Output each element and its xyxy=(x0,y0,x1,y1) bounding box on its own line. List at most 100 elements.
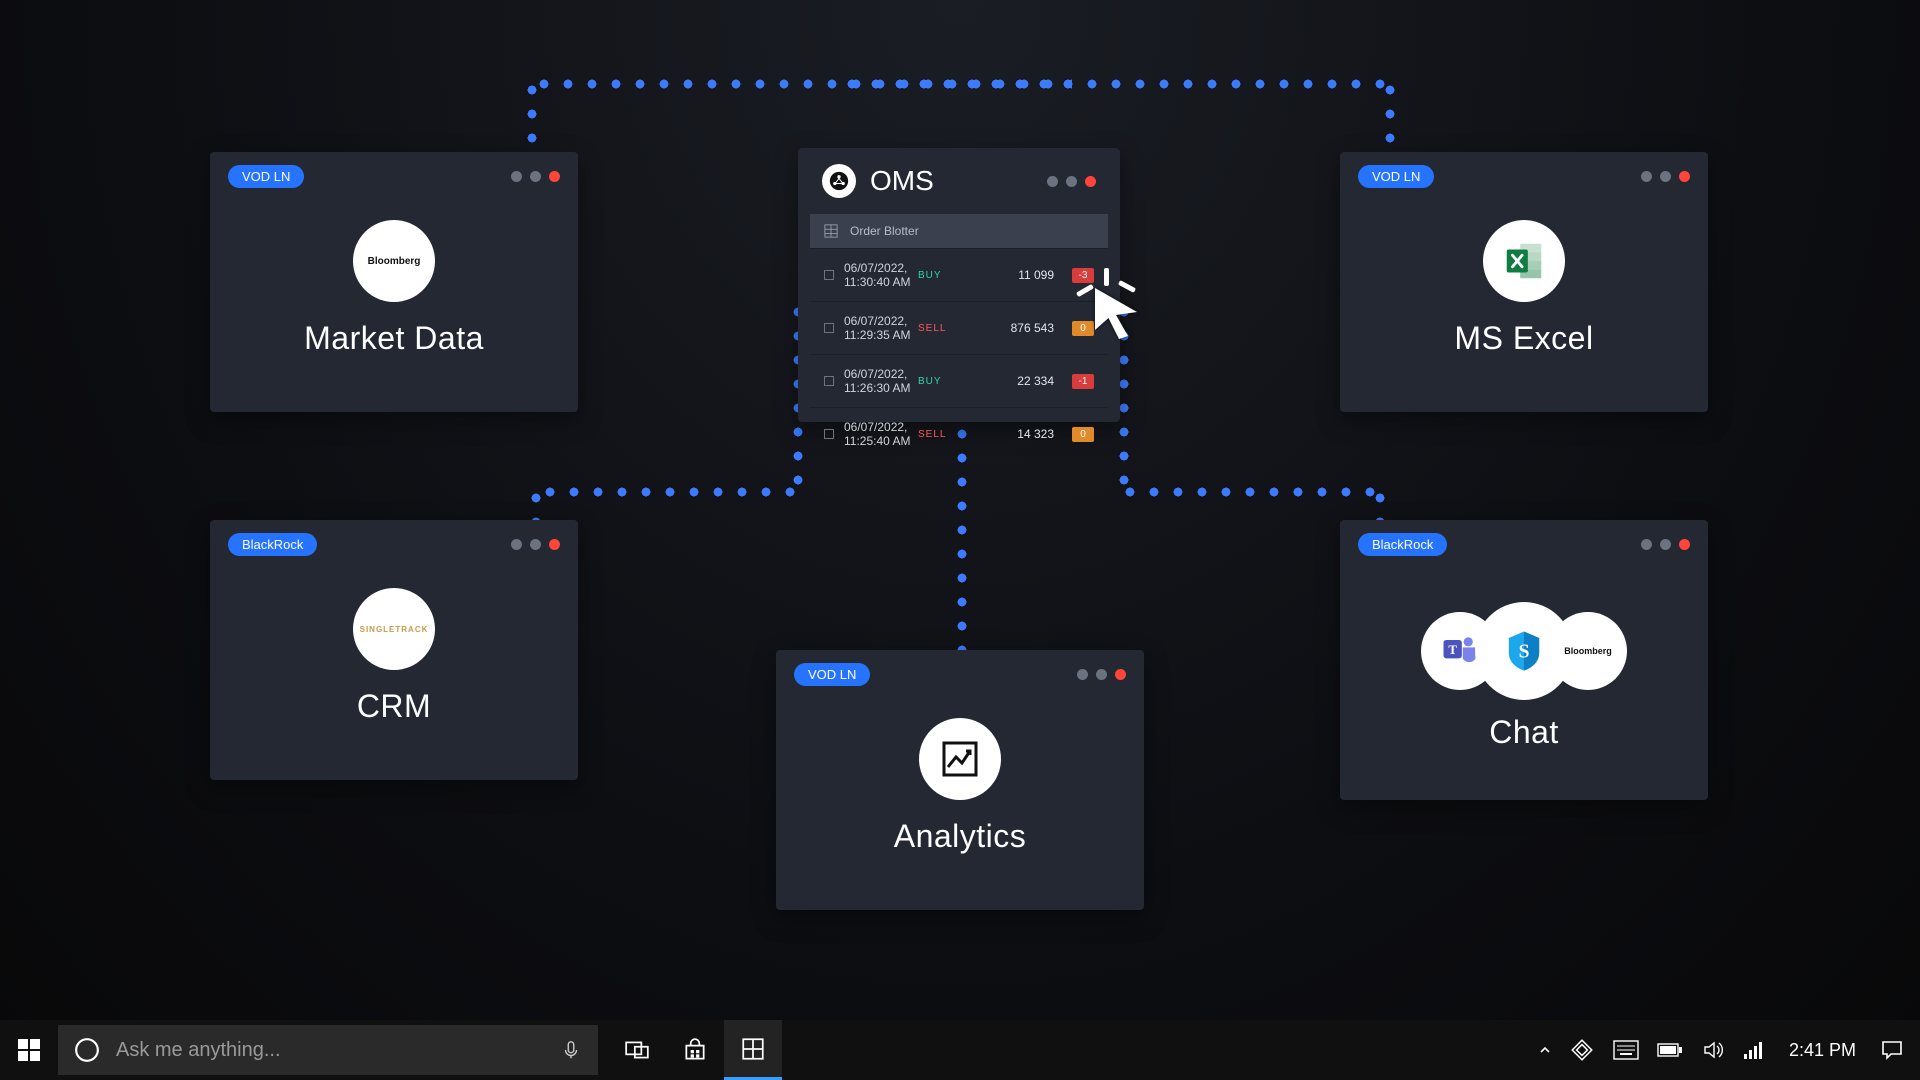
row-checkbox[interactable] xyxy=(824,323,834,333)
connector-dots xyxy=(840,78,1394,90)
row-quantity: 876 543 xyxy=(974,321,1054,335)
excel-icon xyxy=(1483,220,1565,302)
window-traffic-lights[interactable] xyxy=(511,171,560,182)
panel-body: Analytics xyxy=(776,698,1144,895)
blotter-header: Order Blotter xyxy=(810,214,1108,248)
blotter-row[interactable]: 06/07/2022, 11:25:40 AMSELL14 3230 xyxy=(810,407,1108,460)
taskbar: 2:41 PM xyxy=(0,1020,1920,1080)
tray-expand-icon[interactable] xyxy=(1539,1044,1551,1056)
panel-title: CRM xyxy=(357,688,431,725)
context-badge: VOD LN xyxy=(228,165,304,188)
blotter-row[interactable]: 06/07/2022, 11:30:40 AMBUY11 099-3 xyxy=(810,248,1108,301)
row-quantity: 22 334 xyxy=(974,374,1054,388)
panel-header: OMS xyxy=(798,148,1120,214)
store-icon xyxy=(682,1037,708,1063)
row-timestamp: 06/07/2022, 11:26:30 AM xyxy=(844,367,918,395)
task-view-button[interactable] xyxy=(608,1020,666,1080)
battery-icon[interactable] xyxy=(1657,1042,1683,1058)
oms-network-icon xyxy=(822,164,856,198)
clock[interactable]: 2:41 PM xyxy=(1783,1040,1862,1061)
panel-title: Chat xyxy=(1489,714,1559,751)
panel-body: SINGLETRACK CRM xyxy=(210,568,578,765)
panel-chat[interactable]: BlackRock T S Bloomberg Chat xyxy=(1340,520,1708,800)
connector-dots xyxy=(526,78,538,158)
connector-dots xyxy=(1118,486,1382,498)
store-button[interactable] xyxy=(666,1020,724,1080)
row-side: BUY xyxy=(918,376,974,387)
row-side: SELL xyxy=(918,323,974,334)
chat-icons-cluster: T S Bloomberg xyxy=(1433,596,1615,706)
panel-header: BlackRock xyxy=(1340,520,1708,568)
panel-oms[interactable]: OMS Order Blotter 06/07/2022, 11:30:40 A… xyxy=(798,148,1120,422)
blotter-row[interactable]: 06/07/2022, 11:29:35 AMSELL876 5430 xyxy=(810,301,1108,354)
panel-title: MS Excel xyxy=(1454,320,1593,357)
row-delta-badge: -1 xyxy=(1054,373,1094,389)
singletrack-icon: SINGLETRACK xyxy=(353,588,435,670)
window-traffic-lights[interactable] xyxy=(511,539,560,550)
blotter-title: Order Blotter xyxy=(850,224,919,238)
panel-header: BlackRock xyxy=(210,520,578,568)
row-delta-badge: -3 xyxy=(1054,267,1094,283)
panel-title: Market Data xyxy=(304,320,484,357)
row-side: BUY xyxy=(918,270,974,281)
panel-body: MS Excel xyxy=(1340,200,1708,397)
row-timestamp: 06/07/2022, 11:30:40 AM xyxy=(844,261,918,289)
panel-header: VOD LN xyxy=(210,152,578,200)
window-traffic-lights[interactable] xyxy=(1641,539,1690,550)
windows-logo-icon xyxy=(18,1039,40,1061)
context-badge: VOD LN xyxy=(794,663,870,686)
start-button[interactable] xyxy=(0,1020,58,1080)
row-checkbox[interactable] xyxy=(824,429,834,439)
row-checkbox[interactable] xyxy=(824,376,834,386)
order-blotter: Order Blotter 06/07/2022, 11:30:40 AMBUY… xyxy=(810,214,1108,460)
panel-excel[interactable]: VOD LN MS Excel xyxy=(1340,152,1708,412)
panel-header: VOD LN xyxy=(776,650,1144,698)
connector-dots xyxy=(538,486,802,498)
keyboard-icon[interactable] xyxy=(1613,1040,1639,1060)
row-side: SELL xyxy=(918,429,974,440)
row-checkbox[interactable] xyxy=(824,270,834,280)
panel-header: VOD LN xyxy=(1340,152,1708,200)
row-quantity: 11 099 xyxy=(974,268,1054,282)
search-box[interactable] xyxy=(58,1025,598,1075)
row-delta-badge: 0 xyxy=(1054,426,1094,442)
microphone-icon[interactable] xyxy=(560,1039,582,1061)
cursor-click-icon xyxy=(1086,282,1146,342)
panel-title: Analytics xyxy=(894,818,1027,855)
row-timestamp: 06/07/2022, 11:25:40 AM xyxy=(844,420,918,448)
context-badge: BlackRock xyxy=(1358,533,1447,556)
row-timestamp: 06/07/2022, 11:29:35 AM xyxy=(844,314,918,342)
window-traffic-lights[interactable] xyxy=(1077,669,1126,680)
table-icon xyxy=(824,224,838,238)
context-badge: BlackRock xyxy=(228,533,317,556)
active-app-button[interactable] xyxy=(724,1020,782,1080)
action-center-icon[interactable] xyxy=(1880,1038,1904,1062)
grid-app-icon xyxy=(740,1036,766,1062)
svg-text:T: T xyxy=(1448,643,1457,657)
window-traffic-lights[interactable] xyxy=(1047,176,1096,187)
panel-analytics[interactable]: VOD LN Analytics xyxy=(776,650,1144,910)
volume-icon[interactable] xyxy=(1701,1038,1725,1062)
context-badge: VOD LN xyxy=(1358,165,1434,188)
workspace-canvas: VOD LN Bloomberg Market Data OMS Order B… xyxy=(0,0,1920,1020)
connector-dots xyxy=(1384,78,1396,158)
app-tray-icon[interactable] xyxy=(1569,1037,1595,1063)
taskbar-pinned xyxy=(608,1020,782,1080)
panel-body: T S Bloomberg Chat xyxy=(1340,568,1708,791)
window-traffic-lights[interactable] xyxy=(1641,171,1690,182)
panel-crm[interactable]: BlackRock SINGLETRACK CRM xyxy=(210,520,578,780)
search-input[interactable] xyxy=(116,1039,544,1062)
panel-title: OMS xyxy=(870,165,934,197)
analytics-chart-icon xyxy=(919,718,1001,800)
bloomberg-icon: Bloomberg xyxy=(1549,612,1627,690)
blotter-row[interactable]: 06/07/2022, 11:26:30 AMBUY22 334-1 xyxy=(810,354,1108,407)
bloomberg-icon: Bloomberg xyxy=(353,220,435,302)
panel-body: Bloomberg Market Data xyxy=(210,200,578,397)
row-quantity: 14 323 xyxy=(974,427,1054,441)
system-tray: 2:41 PM xyxy=(1539,1037,1920,1063)
svg-text:S: S xyxy=(1519,642,1530,663)
panel-market-data[interactable]: VOD LN Bloomberg Market Data xyxy=(210,152,578,412)
network-signal-icon[interactable] xyxy=(1743,1040,1765,1060)
task-view-icon xyxy=(624,1037,650,1063)
cortana-icon xyxy=(74,1037,100,1063)
